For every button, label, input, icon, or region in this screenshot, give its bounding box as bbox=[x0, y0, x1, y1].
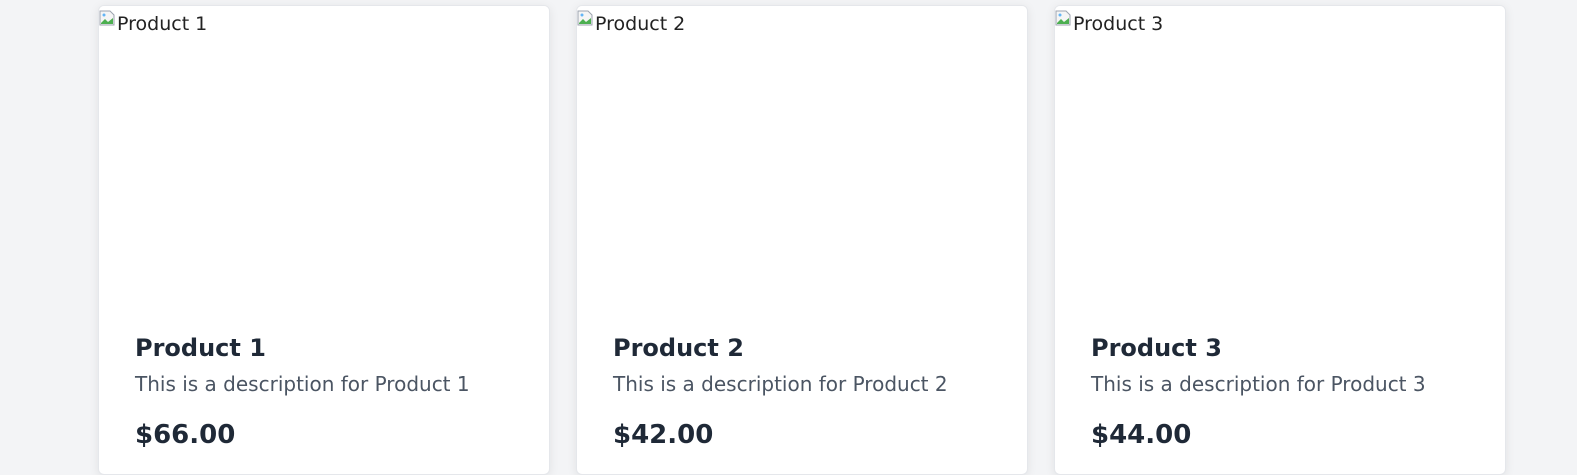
product-card[interactable]: Product 1 Product 1 This is a descriptio… bbox=[98, 5, 550, 475]
image-alt-text: Product 2 bbox=[595, 13, 686, 35]
product-image-placeholder: Product 1 bbox=[99, 6, 207, 42]
product-price: $42.00 bbox=[613, 420, 714, 450]
product-description: This is a description for Product 3 bbox=[1091, 372, 1426, 396]
image-alt-text: Product 3 bbox=[1073, 13, 1164, 35]
image-alt-text: Product 1 bbox=[117, 13, 208, 35]
product-price: $66.00 bbox=[135, 420, 236, 450]
product-card[interactable]: Product 3 Product 3 This is a descriptio… bbox=[1054, 5, 1506, 475]
product-description: This is a description for Product 1 bbox=[135, 372, 470, 396]
product-title[interactable]: Product 1 bbox=[135, 332, 513, 364]
product-card[interactable]: Product 2 Product 2 This is a descriptio… bbox=[576, 5, 1028, 475]
broken-image-icon bbox=[1055, 10, 1071, 26]
product-price: $44.00 bbox=[1091, 420, 1192, 450]
broken-image-icon bbox=[99, 10, 115, 26]
product-image-placeholder: Product 3 bbox=[1055, 6, 1163, 42]
product-description: This is a description for Product 2 bbox=[613, 372, 948, 396]
product-title[interactable]: Product 3 bbox=[1091, 332, 1469, 364]
product-image[interactable]: Product 1 bbox=[99, 6, 549, 306]
product-grid: Product 1 Product 1 This is a descriptio… bbox=[98, 5, 1506, 475]
product-image[interactable]: Product 3 bbox=[1055, 6, 1505, 306]
product-image-placeholder: Product 2 bbox=[577, 6, 685, 42]
broken-image-icon bbox=[577, 10, 593, 26]
product-image[interactable]: Product 2 bbox=[577, 6, 1027, 306]
product-title[interactable]: Product 2 bbox=[613, 332, 991, 364]
